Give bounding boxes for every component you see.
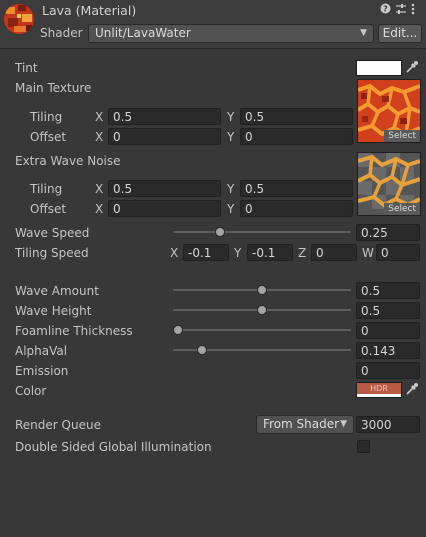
main-texture-label: Main Texture <box>15 81 92 95</box>
render-queue-dropdown[interactable]: From Shader ▼ <box>256 415 354 434</box>
wave-height-slider-knob[interactable] <box>257 305 267 315</box>
main-offset-x-field[interactable]: 0 <box>108 128 221 145</box>
shader-label: Shader <box>40 26 83 40</box>
main-texture-select-button[interactable]: Select <box>384 130 420 142</box>
main-tiling-y-field[interactable]: 0.5 <box>240 108 353 125</box>
tint-label: Tint <box>15 61 38 75</box>
shader-value: Unlit/LavaWater <box>95 26 191 40</box>
wave-height-field[interactable]: 0.5 <box>356 302 420 319</box>
main-texture-slot[interactable]: Select <box>357 79 421 143</box>
noise-tiling-x-field[interactable]: 0.5 <box>108 180 221 197</box>
extra-noise-select-button[interactable]: Select <box>384 203 420 215</box>
help-icon[interactable]: ? <box>380 3 391 17</box>
eyedropper-icon[interactable] <box>405 60 419 77</box>
wave-speed-field[interactable]: 0.25 <box>356 224 420 241</box>
tiling-speed-x-field[interactable]: -0.1 <box>183 244 229 261</box>
shader-dropdown[interactable]: Unlit/LavaWater ▼ <box>88 24 374 43</box>
render-queue-field[interactable]: 3000 <box>356 416 420 433</box>
main-offset-x-label: X <box>95 130 104 144</box>
tiling-speed-label: Tiling Speed <box>15 246 89 260</box>
wave-amount-slider-knob[interactable] <box>257 285 267 295</box>
color-label: Color <box>15 384 47 398</box>
dropdown-arrow-icon: ▼ <box>340 419 347 429</box>
noise-offset-x-label: X <box>95 202 104 216</box>
render-queue-label: Render Queue <box>15 418 101 432</box>
emission-label: Emission <box>15 364 69 378</box>
dropdown-arrow-icon: ▼ <box>360 28 367 38</box>
tiling-speed-w-label: W <box>362 246 374 260</box>
noise-offset-y-field[interactable]: 0 <box>240 200 353 217</box>
main-tiling-y-label: Y <box>227 110 235 124</box>
eyedropper-icon[interactable] <box>405 382 419 399</box>
tiling-speed-z-field[interactable]: 0 <box>311 244 357 261</box>
hdr-color-swatch[interactable]: HDR <box>356 382 402 398</box>
material-preview-icon[interactable] <box>4 4 34 34</box>
main-offset-label: Offset <box>30 130 67 144</box>
wave-speed-slider-knob[interactable] <box>215 227 225 237</box>
tiling-speed-y-field[interactable]: -0.1 <box>247 244 293 261</box>
alpha-label: AlphaVal <box>15 344 68 358</box>
tiling-speed-w-field[interactable]: 0 <box>376 244 420 261</box>
wave-speed-label: Wave Speed <box>15 226 90 240</box>
foamline-thickness-field[interactable]: 0 <box>356 322 420 339</box>
wave-height-label: Wave Height <box>15 304 92 318</box>
svg-text:?: ? <box>383 5 388 14</box>
noise-offset-label: Offset <box>30 202 67 216</box>
emission-field[interactable]: 0 <box>356 362 420 379</box>
tint-color-swatch[interactable] <box>356 60 402 76</box>
noise-tiling-label: Tiling <box>30 182 63 196</box>
more-options-icon[interactable] <box>411 3 415 18</box>
tiling-speed-x-label: X <box>170 246 179 260</box>
hdr-alpha-bar <box>357 394 401 397</box>
foamline-slider-track[interactable] <box>173 329 351 331</box>
main-tiling-x-field[interactable]: 0.5 <box>108 108 221 125</box>
hdr-badge: HDR <box>370 384 388 393</box>
foamline-slider-knob[interactable] <box>173 325 183 335</box>
main-tiling-x-label: X <box>95 110 104 124</box>
alpha-slider-knob[interactable] <box>197 345 208 355</box>
wave-amount-field[interactable]: 0.5 <box>356 282 420 299</box>
tiling-speed-z-label: Z <box>298 246 307 260</box>
noise-offset-y-label: Y <box>227 202 235 216</box>
main-tiling-label: Tiling <box>30 110 63 124</box>
preset-sliders-icon[interactable] <box>395 3 407 18</box>
wave-amount-label: Wave Amount <box>15 284 99 298</box>
render-queue-mode: From Shader <box>263 417 340 431</box>
double-sided-gi-checkbox[interactable] <box>357 440 370 453</box>
foamline-thickness-label: Foamline Thickness <box>15 324 133 338</box>
main-offset-y-label: Y <box>227 130 235 144</box>
noise-tiling-x-label: X <box>95 182 104 196</box>
edit-shader-button[interactable]: Edit... <box>378 24 422 43</box>
alpha-field[interactable]: 0.143 <box>356 342 420 359</box>
extra-noise-texture-slot[interactable]: Select <box>357 152 421 216</box>
noise-tiling-y-label: Y <box>227 182 235 196</box>
tiling-speed-y-label: Y <box>234 246 242 260</box>
noise-offset-x-field[interactable]: 0 <box>108 200 221 217</box>
material-header: Lava (Material) ? Shader Unlit/LavaWater… <box>0 0 426 49</box>
double-sided-gi-label: Double Sided Global Illumination <box>15 440 212 454</box>
extra-noise-label: Extra Wave Noise <box>15 154 121 168</box>
noise-tiling-y-field[interactable]: 0.5 <box>240 180 353 197</box>
wave-speed-slider-track[interactable] <box>173 231 351 233</box>
material-title: Lava (Material) <box>42 3 137 18</box>
main-offset-y-field[interactable]: 0 <box>240 128 353 145</box>
